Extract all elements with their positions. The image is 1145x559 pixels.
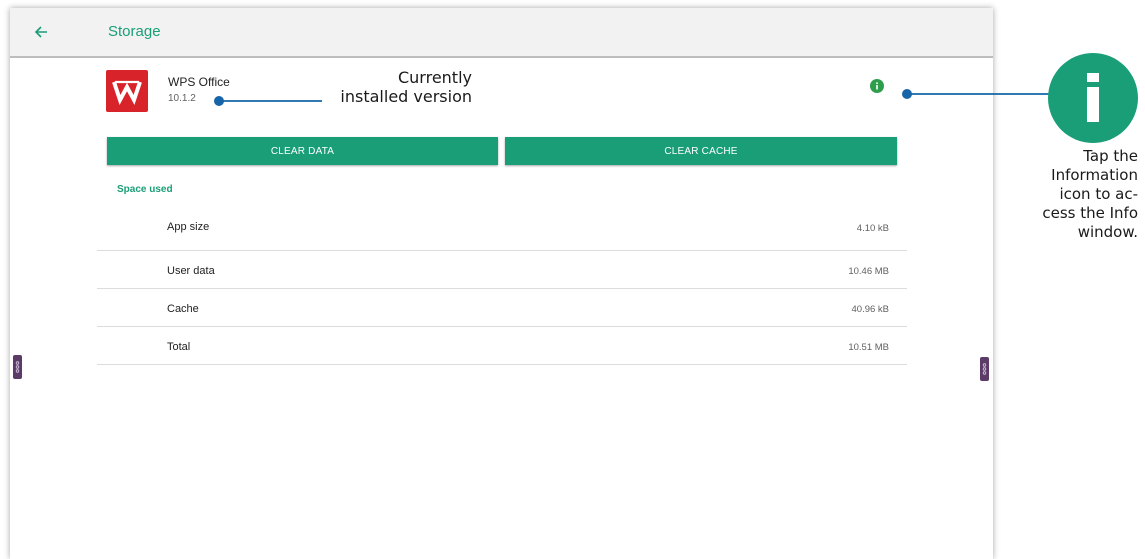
app-version: 10.1.2	[168, 93, 196, 104]
wps-office-logo	[106, 70, 148, 112]
storage-list: App size 4.10 kB User data 10.46 MB Cach…	[97, 204, 907, 365]
list-item: Total 10.51 MB	[97, 327, 907, 365]
list-item-value: 40.96 kB	[851, 304, 890, 315]
info-icon-badge	[1048, 53, 1138, 143]
info-callout-line1: Tap the	[1083, 147, 1138, 165]
app-name: WPS Office	[168, 75, 230, 89]
version-callout-line1: Currently	[397, 68, 472, 87]
list-item: User data 10.46 MB	[97, 251, 907, 289]
list-item-label: Cache	[167, 303, 199, 315]
version-callout-line2: installed version	[340, 87, 472, 106]
list-item: App size 4.10 kB	[97, 204, 907, 251]
version-callout: Currently installed version	[330, 68, 472, 106]
info-callout-line2: Information	[1051, 166, 1138, 184]
page-title: Storage	[108, 23, 161, 40]
clear-data-button[interactable]: CLEAR DATA	[107, 137, 498, 165]
device-screen: Storage WPS Office 10.1.2 CLEAR DATA CLE…	[10, 8, 993, 559]
list-item-value: 4.10 kB	[856, 223, 889, 234]
list-item-value: 10.51 MB	[848, 342, 889, 353]
info-callout-line5: window.	[1077, 223, 1138, 241]
clear-cache-button[interactable]: CLEAR CACHE	[505, 137, 897, 165]
info-callout-line4: cess the Info	[1042, 204, 1138, 222]
section-label: Space used	[117, 184, 173, 195]
info-callout: Tap the Information icon to ac- cess the…	[990, 147, 1138, 242]
list-item-label: User data	[167, 265, 215, 277]
info-icon[interactable]	[870, 79, 884, 93]
arrow-left-icon[interactable]	[32, 22, 50, 42]
list-item-label: App size	[167, 221, 210, 233]
app-bar: Storage	[10, 8, 993, 58]
left-edge-handle[interactable]	[13, 355, 22, 379]
stage: Storage WPS Office 10.1.2 CLEAR DATA CLE…	[0, 0, 1145, 559]
right-edge-handle[interactable]	[980, 357, 989, 381]
info-callout-line3: icon to ac-	[1059, 185, 1138, 203]
list-item: Cache 40.96 kB	[97, 289, 907, 327]
list-item-value: 10.46 MB	[848, 266, 889, 277]
list-item-label: Total	[167, 341, 191, 353]
